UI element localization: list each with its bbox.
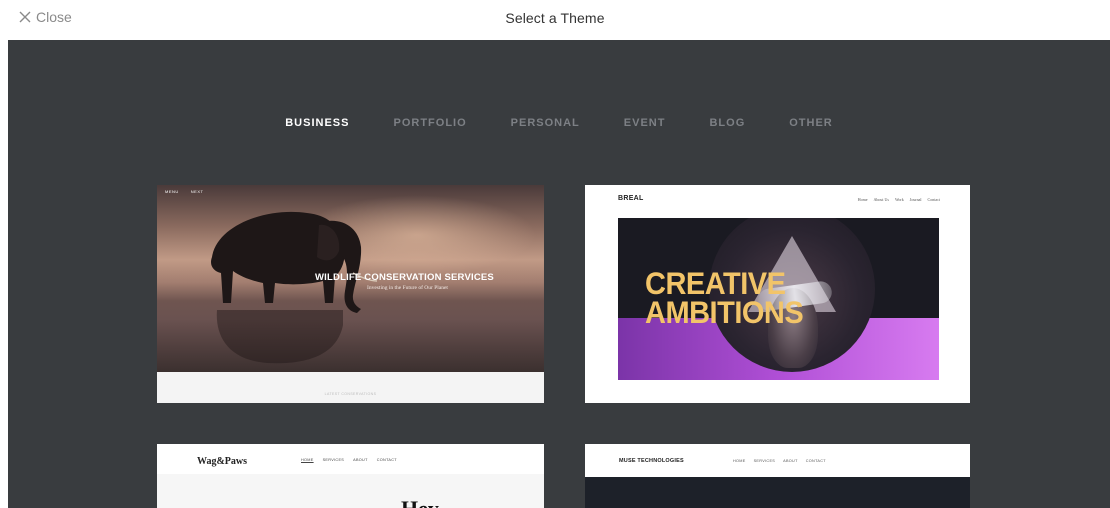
breal-nav-item: Journal (909, 197, 922, 202)
wildlife-footer: LATEST CONSERVATIONS (157, 372, 544, 403)
muse-logo: MUSE TECHNOLOGIES (619, 458, 684, 464)
tab-blog[interactable]: BLOG (687, 117, 767, 129)
wildlife-subtitle: Investing in the Future of Our Planet (367, 285, 448, 291)
wagpaws-heading: Hey (401, 496, 439, 508)
wildlife-hero-image: MENU NEXT WILDLIFE CONSERVATION SERVICES… (157, 185, 544, 372)
category-tabs: BUSINESS PORTFOLIO PERSONAL EVENT BLOG O… (8, 117, 1110, 129)
wagpaws-body (157, 474, 544, 508)
theme-card-muse[interactable]: MUSE TECHNOLOGIES HOME SERVICES ABOUT CO… (585, 444, 970, 508)
theme-card-breal[interactable]: BREAL Home About Us Work Journal Contact… (585, 185, 970, 403)
breal-hero-image: CREATIVE AMBITIONS (618, 218, 939, 380)
wagpaws-nav-item: SERVICES (322, 458, 345, 462)
tab-business[interactable]: BUSINESS (263, 117, 371, 129)
breal-nav: Home About Us Work Journal Contact (858, 197, 940, 202)
muse-nav-item: SERVICES (753, 459, 776, 463)
breal-nav-item: About Us (873, 197, 889, 202)
wagpaws-nav-item: ABOUT (353, 458, 368, 462)
page-title: Select a Theme (505, 10, 605, 26)
muse-nav: HOME SERVICES ABOUT CONTACT (733, 459, 826, 463)
tab-other[interactable]: OTHER (767, 117, 855, 129)
breal-nav-item: Contact (927, 197, 940, 202)
wagpaws-nav-item: HOME (301, 458, 314, 462)
tab-event[interactable]: EVENT (602, 117, 688, 129)
wagpaws-nav: HOME SERVICES ABOUT CONTACT (301, 458, 397, 462)
wildlife-nav: MENU NEXT (165, 189, 203, 194)
wagpaws-nav-item: CONTACT (376, 458, 397, 462)
theme-card-wildlife[interactable]: MENU NEXT WILDLIFE CONSERVATION SERVICES… (157, 185, 544, 403)
tab-portfolio[interactable]: PORTFOLIO (371, 117, 488, 129)
muse-nav-item: HOME (733, 459, 746, 463)
muse-nav-item: ABOUT (783, 459, 798, 463)
top-bar: Close Select a Theme (0, 0, 1110, 40)
tab-personal[interactable]: PERSONAL (489, 117, 602, 129)
breal-headline: CREATIVE AMBITIONS (645, 266, 804, 331)
theme-gallery: BUSINESS PORTFOLIO PERSONAL EVENT BLOG O… (8, 40, 1110, 508)
wildlife-nav-item: NEXT (190, 189, 204, 194)
muse-nav-item: CONTACT (805, 459, 826, 463)
wagpaws-logo: Wag&Paws (197, 456, 247, 467)
breal-headline-line2: AMBITIONS (645, 295, 804, 331)
breal-headline-line1: CREATIVE (645, 266, 786, 302)
muse-header: MUSE TECHNOLOGIES HOME SERVICES ABOUT CO… (585, 444, 970, 477)
breal-logo: BREAL (618, 195, 644, 202)
wildlife-footer-label: LATEST CONSERVATIONS (324, 392, 377, 396)
breal-nav-item: Home (857, 197, 868, 202)
muse-hero (585, 477, 970, 508)
theme-card-wagpaws[interactable]: Wag&Paws HOME SERVICES ABOUT CONTACT Hey (157, 444, 544, 508)
wildlife-nav-item: MENU (165, 189, 179, 194)
breal-nav-item: Work (894, 197, 904, 202)
wildlife-title: WILDLIFE CONSERVATION SERVICES (315, 272, 494, 283)
